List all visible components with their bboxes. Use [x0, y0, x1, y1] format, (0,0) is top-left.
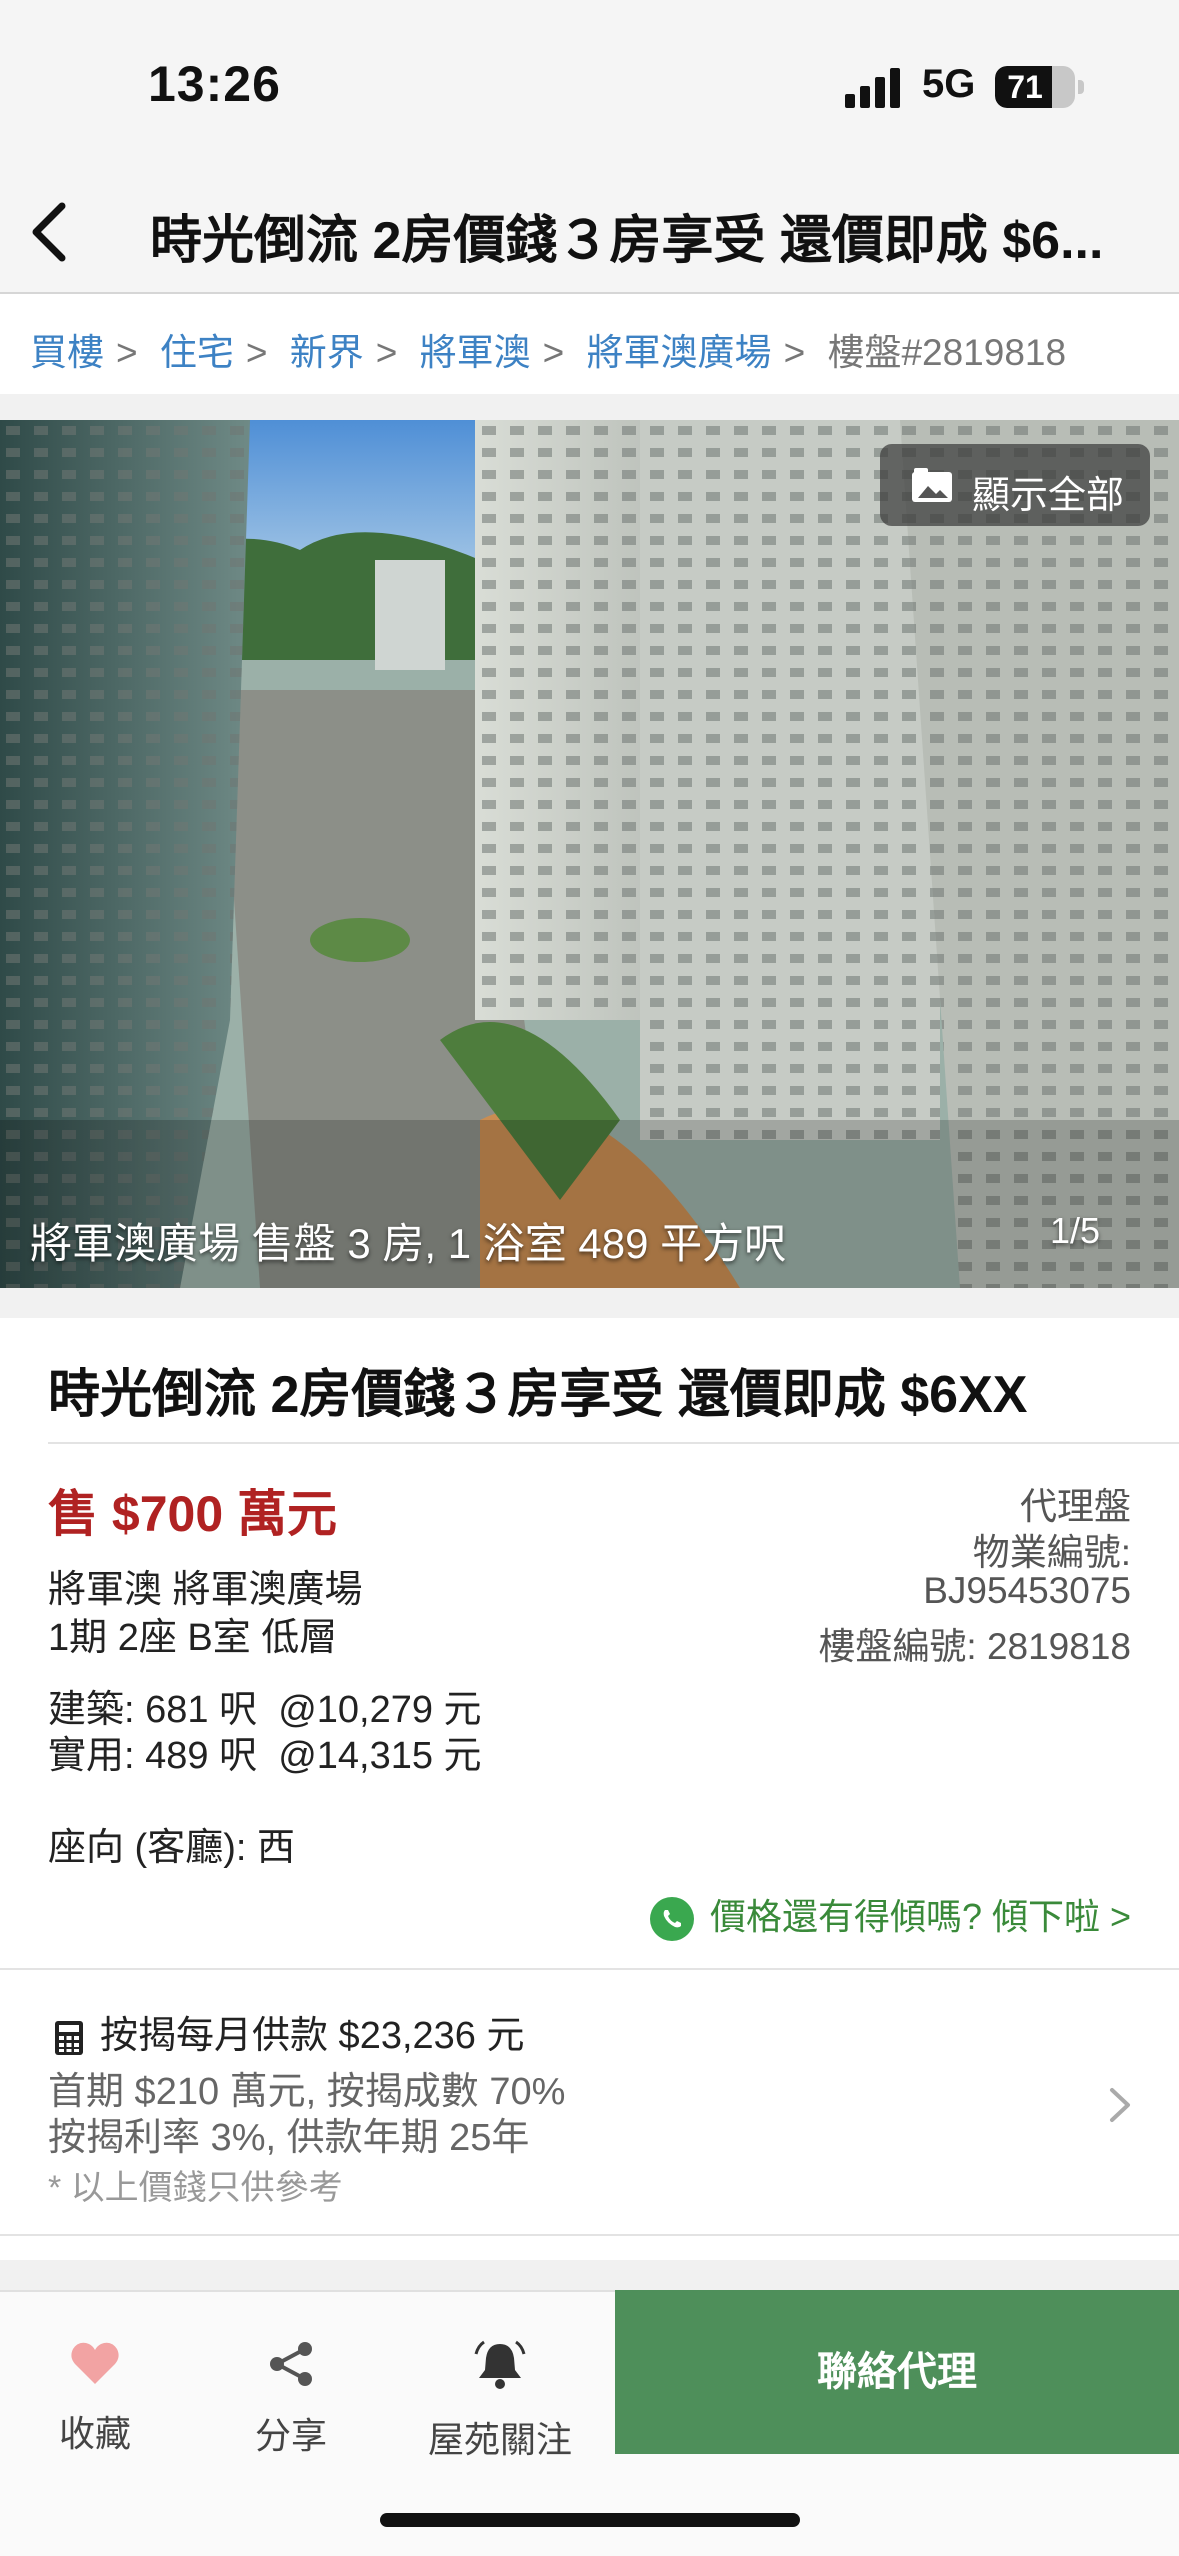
- battery-level: 71: [1007, 69, 1043, 105]
- network-type: 5G: [922, 62, 976, 106]
- favorite-label: 收藏: [58, 2413, 131, 2454]
- estate-photo-image: [0, 420, 1179, 1288]
- gallery-icon: [912, 468, 952, 502]
- section-gap: [0, 394, 1179, 420]
- share-icon: [270, 2342, 312, 2386]
- signal-icon: [845, 68, 905, 108]
- chevron-left-icon: [32, 202, 66, 262]
- share-button[interactable]: 分享: [236, 2340, 346, 2459]
- home-indicator: [380, 2513, 800, 2527]
- listing-photo[interactable]: [0, 420, 1179, 1288]
- show-all-button[interactable]: 顯示全部: [880, 444, 1150, 526]
- listing-price: 售 $700 萬元: [48, 1486, 338, 1542]
- address-unit: 1期 2座 B室 低層: [48, 1617, 338, 1659]
- listing-title: 時光倒流 2房價錢３房享受 還價即成 $6XX: [48, 1366, 1028, 1424]
- nav-header: 時光倒流 2房價錢３房享受 還價即成 $6...: [0, 170, 1179, 294]
- divider: [0, 1968, 1179, 1970]
- divider: [48, 1442, 1179, 1444]
- chevron-right-icon[interactable]: [1100, 2080, 1140, 2130]
- battery-cap: [1078, 80, 1084, 94]
- property-code-label: 物業編號:: [972, 1532, 1131, 1573]
- section-gap: [0, 2260, 1179, 2290]
- section-gap: [0, 1288, 1179, 1318]
- breadcrumb-link-district[interactable]: 將軍澳: [420, 332, 531, 373]
- breadcrumb-current: 樓盤#2819818: [827, 332, 1067, 373]
- contact-agent-button[interactable]: 聯絡代理: [615, 2290, 1179, 2454]
- calculator-icon: [55, 2020, 83, 2055]
- estate-follow-label: 屋苑關注: [427, 2419, 572, 2460]
- address-district: 將軍澳 將軍澳廣場: [48, 1569, 363, 1611]
- breadcrumb-link-buy[interactable]: 買樓: [30, 332, 104, 373]
- mortgage-rate: 按揭利率 3%, 供款年期 25年: [48, 2117, 530, 2159]
- saleable-area: 實用: 489 呎 @14,315 元: [48, 1735, 482, 1777]
- breadcrumb: 買樓 > 住宅 > 新界 > 將軍澳 > 將軍澳廣場 > 樓盤#2819818: [30, 332, 1067, 373]
- battery-icon: 71: [995, 66, 1075, 108]
- breadcrumb-link-nt[interactable]: 新界: [290, 332, 364, 373]
- photo-counter: 1/5: [1050, 1210, 1101, 1251]
- back-button[interactable]: [20, 192, 90, 272]
- mortgage-monthly: 按揭每月供款 $23,236 元: [100, 2015, 525, 2057]
- property-code: BJ95453075: [923, 1570, 1131, 1611]
- whatsapp-negotiate-label: 價格還有得傾嗎? 傾下啦 >: [709, 1896, 1131, 1937]
- estate-follow-button[interactable]: 屋苑關注: [420, 2340, 580, 2463]
- photo-caption: 將軍澳廣場 售盤 3 房, 1 浴室 489 平方呎: [30, 1220, 787, 1267]
- status-bar: 13:26 5G 71: [0, 0, 1179, 170]
- divider: [0, 2234, 1179, 2236]
- mortgage-disclaimer: * 以上價錢只供參考: [48, 2169, 343, 2207]
- whatsapp-icon: [649, 1897, 694, 1942]
- favorite-button[interactable]: 收藏: [40, 2340, 150, 2457]
- whatsapp-negotiate-link[interactable]: 價格還有得傾嗎? 傾下啦 >: [649, 1888, 1131, 1942]
- mortgage-heading: 按揭每月供款 $23,236 元: [54, 2004, 524, 2059]
- show-all-label: 顯示全部: [972, 475, 1125, 517]
- page-title: 時光倒流 2房價錢３房享受 還價即成 $6...: [150, 212, 1104, 270]
- share-label: 分享: [254, 2415, 327, 2456]
- status-time: 13:26: [148, 56, 281, 112]
- breadcrumb-link-estate[interactable]: 將軍澳廣場: [587, 332, 772, 373]
- heart-icon: [71, 2342, 119, 2384]
- bell-icon: [474, 2340, 526, 2389]
- breadcrumb-link-residential[interactable]: 住宅: [160, 332, 234, 373]
- orientation: 座向 (客廳): 西: [48, 1827, 295, 1869]
- listing-number: 樓盤編號: 2819818: [818, 1626, 1131, 1667]
